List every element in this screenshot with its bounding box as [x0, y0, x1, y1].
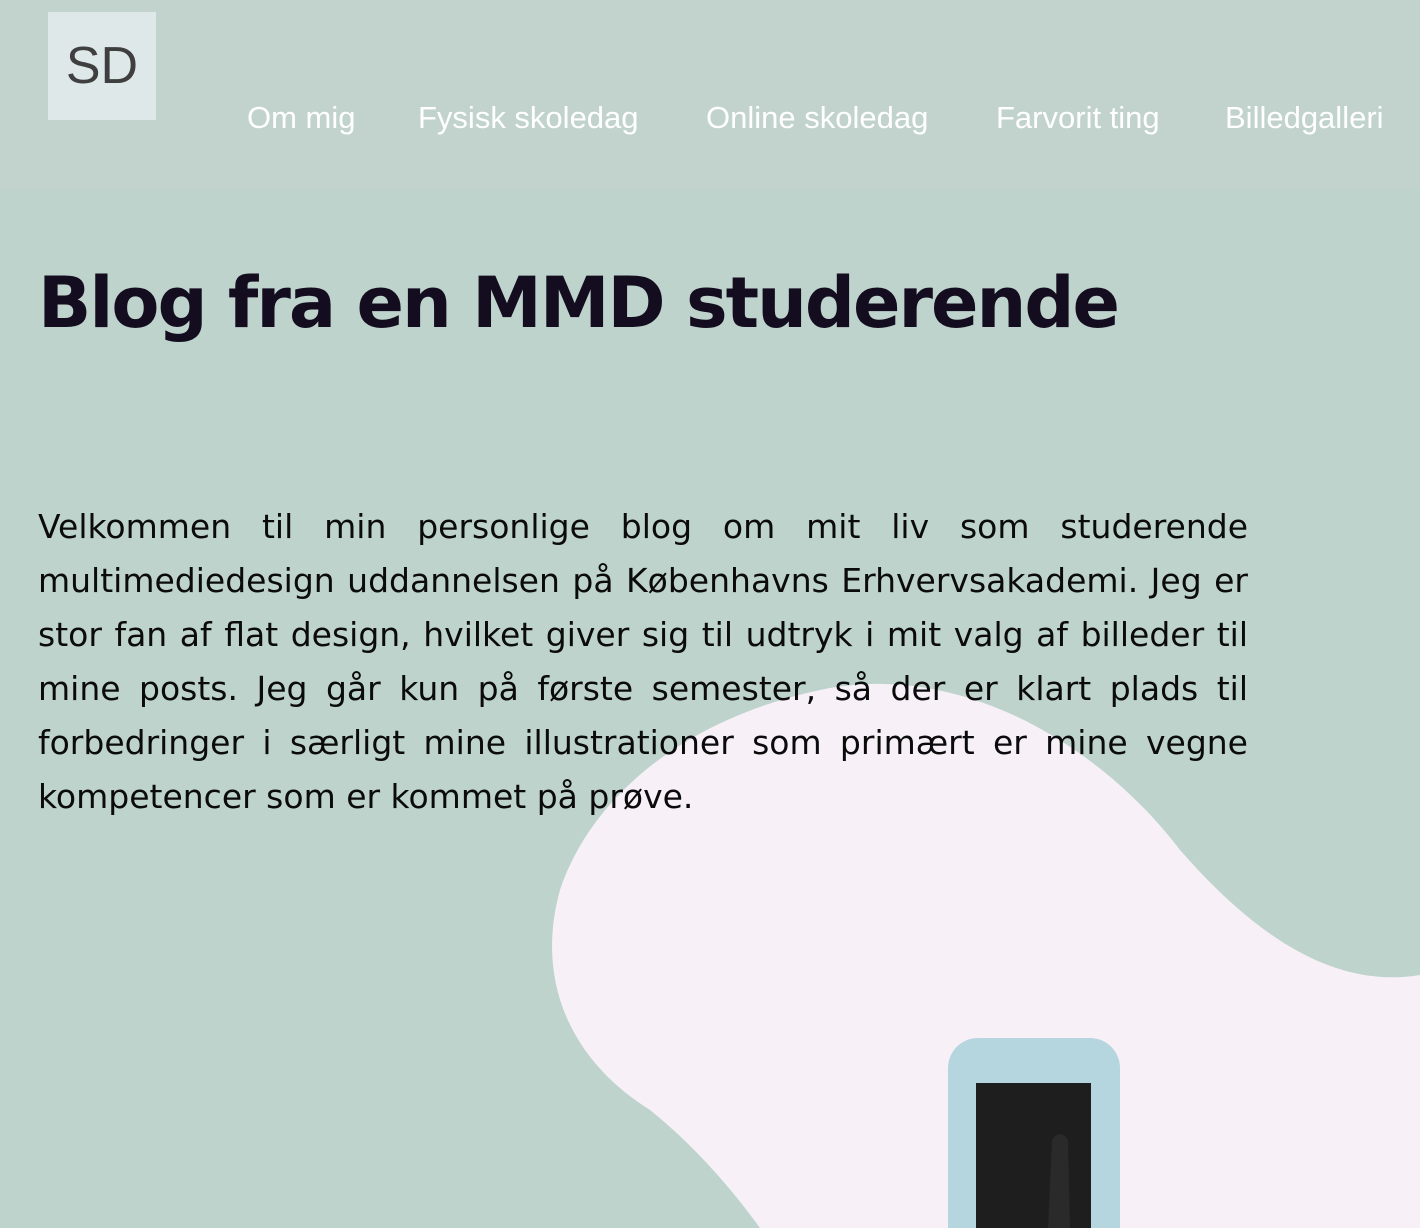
nav-link-om-mig[interactable]: Om mig: [247, 98, 356, 138]
page-title: Blog fra en MMD studerende: [38, 262, 1120, 344]
nav-link-farvorit-ting[interactable]: Farvorit ting: [996, 98, 1160, 138]
intro-paragraph: Velkommen til min personlige blog om mit…: [38, 507, 1248, 816]
site-header: SD: [0, 0, 1420, 190]
nav-link-fysisk-skoledag[interactable]: Fysisk skoledag: [418, 98, 639, 138]
main-navigation: Om mig Fysisk skoledag Online skoledag F…: [0, 98, 1420, 142]
phone-illustration-icon: [948, 1038, 1120, 1228]
nav-link-online-skoledag[interactable]: Online skoledag: [706, 98, 928, 138]
nav-link-billedgalleri[interactable]: Billedgalleri: [1225, 98, 1384, 138]
